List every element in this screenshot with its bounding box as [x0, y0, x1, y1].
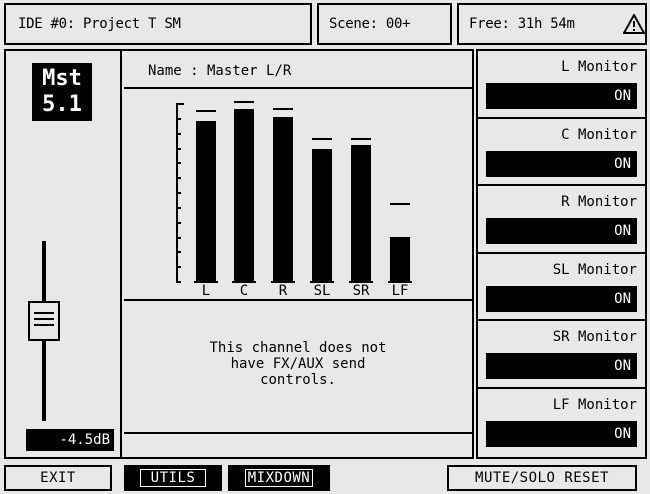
meter-scale-tick	[176, 266, 181, 268]
scene-indicator: Scene: 00+	[329, 16, 411, 32]
monitor-row-l[interactable]: L Monitor ON	[478, 51, 645, 119]
channel-name-line2: 5.1	[42, 92, 82, 117]
monitor-toggle[interactable]: ON	[486, 353, 637, 379]
meter-bar-sr	[351, 145, 371, 281]
mute-solo-reset-button[interactable]: MUTE/SOLO RESET	[447, 465, 637, 491]
warning-triangle-icon	[623, 14, 645, 34]
monitor-toggle[interactable]: ON	[486, 150, 637, 177]
monitor-label: R Monitor	[561, 194, 637, 210]
meter-scale-tick	[176, 281, 181, 283]
meter-scale-tick	[176, 207, 181, 209]
utils-button[interactable]: UTILS	[124, 465, 222, 491]
monitor-label: SL Monitor	[552, 261, 637, 278]
meter-scale-tick	[176, 118, 181, 120]
meter-scale-tick	[176, 251, 181, 253]
meter-label-r: R	[278, 283, 288, 299]
monitor-row-r[interactable]: R Monitor ON	[478, 186, 645, 254]
meter-scale-tick	[176, 192, 181, 194]
meter-label-sl: SL	[313, 283, 331, 299]
free-time-indicator: Free: 31h 54m	[469, 16, 575, 32]
meter-bar-c	[234, 108, 254, 281]
monitor-toggle[interactable]: ON	[486, 218, 637, 244]
meter-label-c: C	[239, 283, 249, 299]
monitor-toggle[interactable]: ON	[486, 420, 637, 447]
meter-peak-l	[196, 109, 216, 112]
meter-peak-r	[273, 108, 293, 111]
monitor-label: SR Monitor	[552, 329, 637, 345]
exit-button[interactable]: EXIT	[4, 465, 112, 491]
fx-message: This channel does not have FX/AUX send c…	[209, 340, 387, 388]
meter-scale-tick	[176, 103, 184, 105]
meter-bar-l	[196, 120, 216, 281]
meter-scale-tick	[176, 133, 181, 135]
meter-peak-sr	[351, 137, 371, 140]
meter-scale-tick	[176, 237, 181, 239]
meter-scale-tick	[176, 177, 181, 179]
mixdown-button[interactable]: MIXDOWN	[228, 465, 330, 491]
monitor-label: LF Monitor	[552, 396, 637, 413]
meter-peak-lf	[390, 203, 410, 206]
monitor-toggle[interactable]: ON	[486, 83, 637, 109]
meter-scale-tick	[176, 222, 181, 224]
channel-name-line1: Mst	[42, 66, 82, 91]
monitor-row-lf[interactable]: LF Monitor ON	[478, 389, 645, 457]
fader-handle[interactable]	[28, 301, 60, 342]
header-scene-box: Scene: 00+	[317, 3, 452, 45]
project-title: IDE #0: Project T SM	[18, 16, 181, 32]
channel-strip: Mst 5.1 -4.5dB	[6, 51, 122, 457]
meter-label-sr: SR	[352, 283, 370, 299]
meter-peak-c	[234, 101, 254, 103]
header-free-box: Free: 31h 54m	[457, 3, 647, 45]
fader-value: -4.5dB	[26, 429, 114, 451]
meter-label-l: L	[201, 283, 211, 299]
meter-scale-tick	[176, 148, 181, 150]
meter-bar-lf	[390, 237, 410, 281]
meter-bar-r	[273, 117, 293, 281]
monitor-toggle[interactable]: ON	[486, 285, 637, 312]
monitor-row-sr[interactable]: SR Monitor ON	[478, 321, 645, 389]
channel-name-badge: Mst 5.1	[32, 63, 92, 121]
meter-label-lf: LF	[391, 283, 409, 299]
monitor-row-sl[interactable]: SL Monitor ON	[478, 254, 645, 321]
channel-name-label: Name : Master L/R	[148, 63, 292, 79]
monitor-label: L Monitor	[561, 59, 637, 75]
meter-bar-sl	[312, 149, 332, 281]
monitor-label: C Monitor	[561, 126, 637, 143]
meter-peak-sl	[312, 137, 332, 140]
header-project-box: IDE #0: Project T SM	[4, 3, 312, 45]
meter-scale-tick	[176, 162, 181, 164]
monitor-row-c[interactable]: C Monitor ON	[478, 119, 645, 186]
